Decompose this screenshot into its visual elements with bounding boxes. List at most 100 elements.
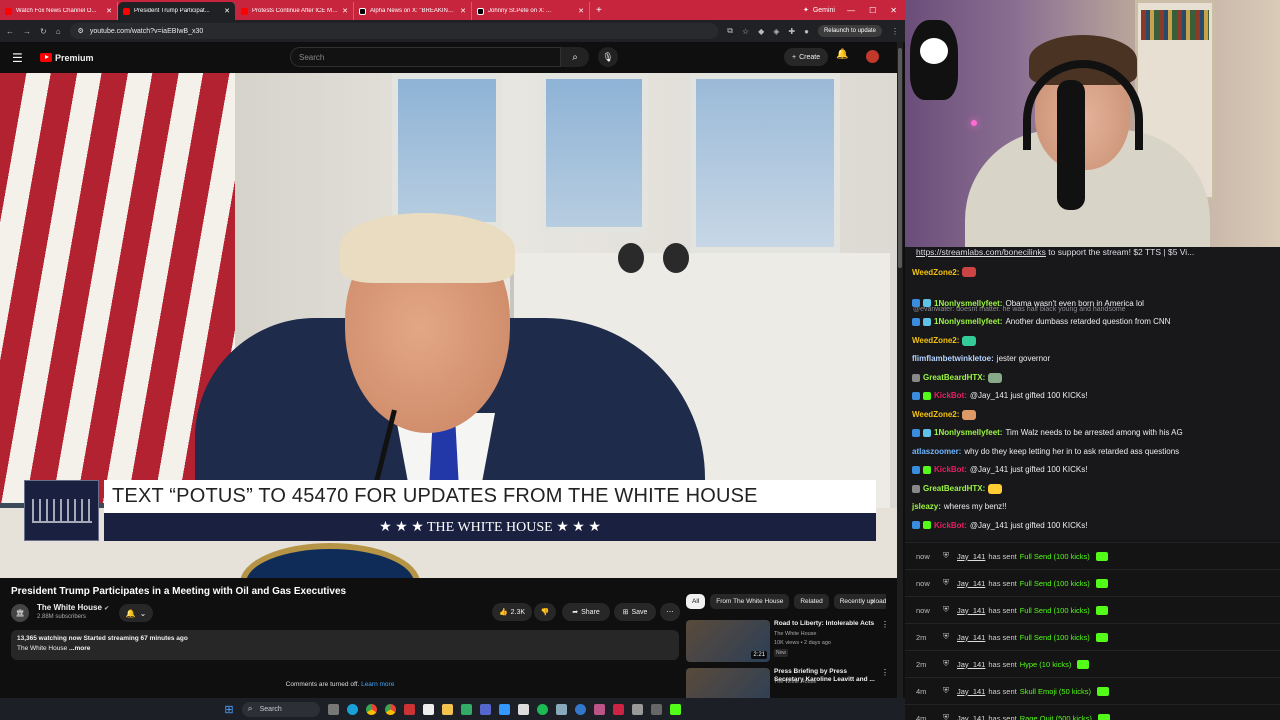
- video-thumbnail[interactable]: 2:21: [686, 620, 770, 662]
- streamlabs-link[interactable]: https://streamlabs.com/bonecilinks: [916, 247, 1046, 257]
- install-icon[interactable]: ⧉: [727, 26, 733, 36]
- extensions-puzzle-icon[interactable]: ✚: [788, 27, 795, 36]
- chat-username[interactable]: flimflambetwinkletoe:: [912, 354, 994, 363]
- save-button[interactable]: ⊞ Save: [614, 603, 656, 621]
- edge-icon[interactable]: [346, 703, 358, 715]
- more-dots-icon[interactable]: ⋮: [881, 668, 889, 677]
- dislike-button[interactable]: 👎: [534, 603, 556, 621]
- app-icon[interactable]: [460, 703, 472, 715]
- spotify-icon[interactable]: [536, 703, 548, 715]
- video-player[interactable]: TEXT “POTUS” TO 45470 FOR UPDATES FROM T…: [0, 73, 900, 578]
- chat-username[interactable]: KickBot:: [934, 521, 967, 530]
- chrome-icon[interactable]: [384, 703, 396, 715]
- maximize-icon[interactable]: ☐: [869, 6, 876, 15]
- reload-icon[interactable]: ↻: [40, 27, 47, 36]
- app-icon[interactable]: [498, 703, 510, 715]
- chip-2[interactable]: Related: [794, 594, 829, 609]
- description-box[interactable]: 13,365 watching now Started streaming 67…: [11, 630, 679, 660]
- app-icon[interactable]: [574, 703, 586, 715]
- app-icon[interactable]: [517, 703, 529, 715]
- site-info-icon[interactable]: ⚙: [78, 27, 84, 35]
- chat-username[interactable]: KickBot:: [934, 391, 967, 400]
- show-more-link[interactable]: ...more: [69, 645, 90, 652]
- share-button[interactable]: ➦ Share: [562, 603, 610, 621]
- chat-username[interactable]: WeedZone2:: [912, 268, 959, 277]
- tab-close-icon[interactable]: ✕: [224, 7, 230, 15]
- chrome-icon[interactable]: [365, 703, 377, 715]
- search-icon[interactable]: ⌕: [561, 47, 589, 67]
- event-username[interactable]: Jay_141: [957, 687, 985, 696]
- url-field[interactable]: ⚙ youtube.com/watch?v=iaEBIwB_x30: [69, 23, 719, 39]
- taskbar-search[interactable]: Search: [241, 701, 320, 717]
- chat-username[interactable]: WeedZone2:: [912, 336, 959, 345]
- youtube-logo[interactable]: Premium: [40, 53, 94, 63]
- close-icon[interactable]: ✕: [890, 6, 897, 15]
- app-icon[interactable]: [422, 703, 434, 715]
- chat-username[interactable]: 1Nonlysmellyfeet:: [934, 428, 1002, 437]
- app-icon[interactable]: [612, 703, 624, 715]
- chat-username[interactable]: 1Nonlysmellyfeet:: [934, 299, 1002, 308]
- browser-tab[interactable]: Protests Continue After ICE Me... ✕: [236, 2, 354, 20]
- event-username[interactable]: Jay_141: [957, 714, 985, 720]
- notifications-bell-icon[interactable]: 🔔: [836, 49, 848, 60]
- chip-0[interactable]: All: [686, 594, 706, 609]
- event-username[interactable]: Jay_141: [957, 660, 985, 669]
- browser-tab[interactable]: Watch Fox News Channel O... ✕: [0, 2, 118, 20]
- recommended-video[interactable]: 2:21 Road to Liberty: Intolerable Acts The…: [686, 620, 889, 666]
- task-view-icon[interactable]: [327, 703, 339, 715]
- like-button[interactable]: 👍 2.3K: [492, 603, 532, 621]
- menu-dots-icon[interactable]: ⋮: [891, 27, 899, 36]
- chat-username[interactable]: 1Nonlysmellyfeet:: [934, 317, 1002, 326]
- app-icon[interactable]: [555, 703, 567, 715]
- profile-icon[interactable]: ●: [804, 27, 809, 36]
- windows-start-icon[interactable]: ⊞: [224, 703, 233, 716]
- event-username[interactable]: Jay_141: [957, 633, 985, 642]
- app-icon[interactable]: [479, 703, 491, 715]
- more-dots-icon[interactable]: ⋮: [881, 620, 889, 629]
- scrollbar-thumb[interactable]: [898, 48, 902, 268]
- home-icon[interactable]: ⌂: [56, 27, 61, 36]
- event-username[interactable]: Jay_141: [957, 606, 985, 615]
- event-username[interactable]: Jay_141: [957, 579, 985, 588]
- learn-more-link[interactable]: Learn more: [361, 681, 394, 688]
- extension-icon[interactable]: ◈: [773, 27, 779, 36]
- event-username[interactable]: Jay_141: [957, 552, 985, 561]
- browser-tab[interactable]: Johnny St.Pete on X: ... ✕: [472, 2, 590, 20]
- more-actions-button[interactable]: ⋯: [660, 603, 680, 621]
- create-button[interactable]: + Create: [784, 48, 829, 66]
- page-scrollbar[interactable]: [897, 42, 903, 698]
- tab-close-icon[interactable]: ✕: [342, 7, 348, 15]
- recommended-title[interactable]: Road to Liberty: Intolerable Acts: [774, 620, 878, 628]
- new-tab-button[interactable]: +: [590, 5, 608, 16]
- chat-username[interactable]: KickBot:: [934, 465, 967, 474]
- chat-username[interactable]: atlaszoomer:: [912, 447, 961, 456]
- browser-tab[interactable]: Alpha News on X: "BREAKING... ✕: [354, 2, 472, 20]
- tab-close-icon[interactable]: ✕: [578, 7, 584, 15]
- back-icon[interactable]: ←: [6, 27, 14, 36]
- tab-close-icon[interactable]: ✕: [106, 7, 112, 15]
- chevron-right-icon[interactable]: ›: [871, 596, 874, 606]
- chat-username[interactable]: WeedZone2:: [912, 410, 959, 419]
- chip-1[interactable]: From The White House: [710, 594, 790, 609]
- app-icon[interactable]: [669, 703, 681, 715]
- app-icon[interactable]: [593, 703, 605, 715]
- channel-avatar[interactable]: 🏛: [11, 604, 29, 622]
- relaunch-button[interactable]: Relaunch to update: [817, 25, 882, 37]
- chat-username[interactable]: jsleazy:: [912, 502, 941, 511]
- hamburger-menu-icon[interactable]: ☰: [12, 51, 32, 65]
- chat-username[interactable]: GreatBeardHTX:: [923, 373, 985, 382]
- file-explorer-icon[interactable]: [441, 703, 453, 715]
- chat-username[interactable]: GreatBeardHTX:: [923, 484, 985, 493]
- forward-icon[interactable]: →: [23, 27, 31, 36]
- app-icon[interactable]: [631, 703, 643, 715]
- extension-icon[interactable]: ◆: [758, 27, 764, 36]
- subscribe-notification-button[interactable]: 🔔 ⌄: [119, 604, 153, 622]
- avatar[interactable]: [866, 50, 879, 63]
- bookmark-star-icon[interactable]: ☆: [742, 27, 749, 36]
- app-icon[interactable]: [650, 703, 662, 715]
- microphone-icon[interactable]: 🎙: [598, 47, 618, 67]
- chip-3[interactable]: Recently uploaded: [833, 594, 886, 609]
- channel-name[interactable]: The White House ✔: [37, 603, 109, 612]
- tab-close-icon[interactable]: ✕: [460, 7, 466, 15]
- search-input[interactable]: Search: [290, 47, 561, 67]
